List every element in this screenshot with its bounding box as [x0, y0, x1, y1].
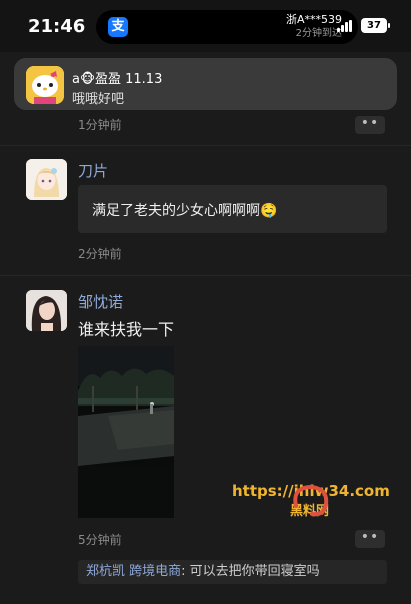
ride-plate: 浙A***539 — [285, 13, 342, 26]
status-bar: 21:46 支 浙A***539 2分钟到达 37 — [0, 0, 411, 52]
notification-banner[interactable]: a🐵盈盈 11.13 哦哦好吧 — [14, 58, 397, 110]
divider — [0, 145, 411, 146]
post-text: 满足了老夫的少女心啊啊啊🤤 — [92, 203, 278, 219]
banner-sender: a🐵盈盈 11.13 — [72, 72, 163, 87]
avatar[interactable] — [26, 290, 67, 331]
status-time: 21:46 — [28, 16, 86, 37]
comment-author[interactable]: 郑杭凯 跨境电商 — [86, 564, 181, 579]
post-photo[interactable] — [78, 346, 174, 518]
comment-text: 可以去把你带回寝室吗 — [189, 564, 320, 579]
battery-tip — [388, 23, 390, 28]
alipay-icon: 支 — [108, 17, 128, 37]
watermark-mark-icon — [293, 484, 329, 517]
avatar[interactable] — [26, 159, 67, 200]
comment-row[interactable]: 郑杭凯 跨境电商: 可以去把你带回寝室吗 — [78, 560, 387, 584]
banner-message: 哦哦好吧 — [72, 92, 125, 107]
dynamic-island[interactable]: 支 浙A***539 2分钟到达 — [96, 10, 358, 44]
divider — [0, 275, 411, 276]
signal-icon — [337, 20, 353, 32]
more-button[interactable]: •• — [355, 116, 385, 134]
post-timestamp: 5分钟前 — [78, 533, 122, 547]
post-author[interactable]: 邹忱诺 — [78, 291, 123, 312]
battery-icon: 37 — [361, 18, 387, 33]
moments-page: 21:46 支 浙A***539 2分钟到达 37 a🐵盈盈 11.13 哦哦好… — [0, 0, 411, 604]
ride-eta: 2分钟到达 — [295, 28, 342, 39]
more-button[interactable]: •• — [355, 530, 385, 548]
post-timestamp: 1分钟前 — [78, 118, 122, 132]
comment-colon: : — [181, 564, 190, 579]
ride-info: 浙A***539 2分钟到达 — [286, 13, 342, 41]
post-author[interactable]: 刀片 — [78, 160, 108, 181]
banner-avatar — [26, 66, 64, 104]
post-text: 谁来扶我一下 — [78, 320, 175, 339]
post-timestamp: 2分钟前 — [78, 247, 122, 261]
